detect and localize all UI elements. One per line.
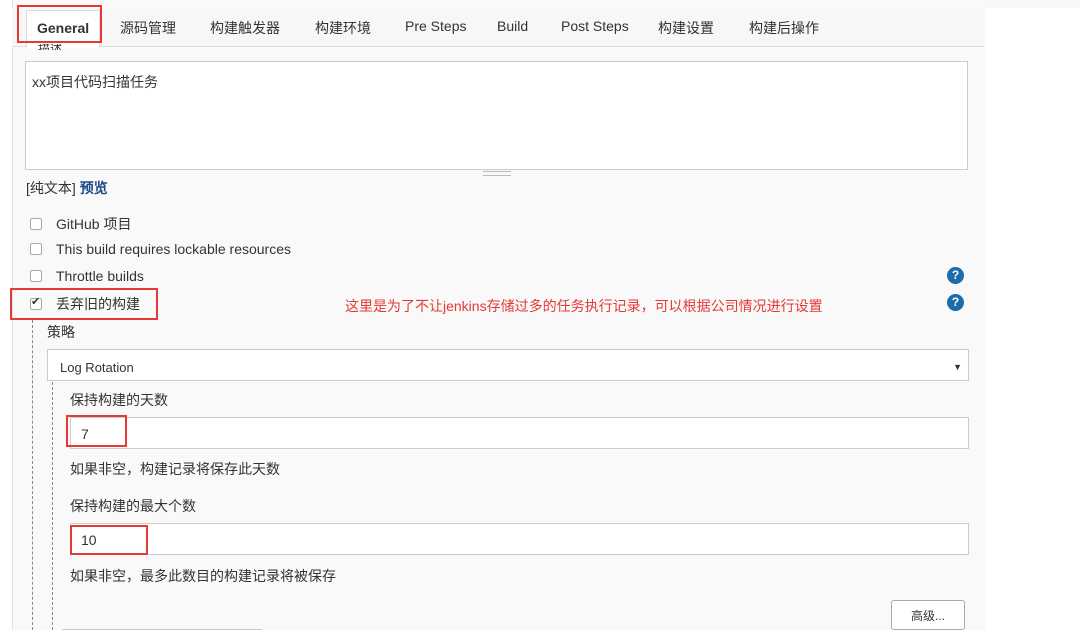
option-lockable-resources[interactable]: This build requires lockable resources [30, 241, 291, 257]
checkbox[interactable] [30, 243, 42, 255]
days-to-keep-label: 保持构建的天数 [70, 392, 168, 408]
option-label: This build requires lockable resources [56, 241, 291, 257]
checkbox[interactable] [30, 270, 42, 282]
option-label: Throttle builds [56, 268, 144, 284]
description-label: 描述 [38, 44, 62, 50]
preview-link[interactable]: 预览 [80, 180, 108, 196]
option-throttle-builds[interactable]: Throttle builds [30, 268, 144, 284]
tab-build-settings[interactable]: 构建设置 [658, 18, 714, 38]
tab-build-environment[interactable]: 构建环境 [315, 18, 371, 38]
strategy-select[interactable]: Log Rotation ▼ [47, 349, 969, 381]
strategy-label: 策略 [47, 324, 75, 340]
max-builds-input[interactable]: 10 [70, 523, 969, 555]
advanced-button[interactable]: 高级... [891, 600, 965, 630]
tab-post-steps[interactable]: Post Steps [561, 18, 629, 34]
format-label: [纯文本] [26, 180, 76, 196]
highlight-discard-option [10, 288, 158, 320]
help-icon[interactable]: ? [947, 294, 964, 311]
top-strip [984, 0, 1080, 8]
description-textarea[interactable]: xx项目代码扫描任务 [25, 61, 968, 170]
chevron-down-icon: ▼ [953, 362, 962, 372]
description-format: [纯文本] 预览 [26, 178, 108, 198]
checkbox[interactable] [30, 218, 42, 230]
resize-grip[interactable] [483, 171, 511, 176]
tab-bar: General 源码管理 构建触发器 构建环境 Pre Steps Build … [12, 8, 984, 48]
tab-source-control[interactable]: 源码管理 [120, 18, 176, 38]
highlight-general-tab [17, 5, 102, 43]
annotation-note: 这里是为了不让jenkins存储过多的任务执行记录，可以根据公司情况进行设置 [345, 298, 823, 314]
days-to-keep-hint: 如果非空，构建记录将保存此天数 [70, 461, 280, 477]
tab-build-triggers[interactable]: 构建触发器 [210, 18, 280, 38]
highlight-days-input [66, 415, 127, 447]
section-guide-line [32, 320, 33, 630]
tab-pre-steps[interactable]: Pre Steps [405, 18, 466, 34]
highlight-max-builds-input [70, 525, 148, 555]
tab-post-build-actions[interactable]: 构建后操作 [749, 18, 819, 38]
max-builds-hint: 如果非空，最多此数目的构建记录将被保存 [70, 568, 336, 584]
strategy-selected-value: Log Rotation [60, 360, 134, 375]
max-builds-label: 保持构建的最大个数 [70, 498, 196, 514]
help-icon[interactable]: ? [947, 267, 964, 284]
option-label: GitHub 项目 [56, 216, 132, 232]
option-github-project[interactable]: GitHub 项目 [30, 214, 131, 234]
subsection-guide-line [52, 382, 53, 630]
days-to-keep-input[interactable]: 7 [70, 417, 969, 449]
tab-build[interactable]: Build [497, 18, 528, 34]
